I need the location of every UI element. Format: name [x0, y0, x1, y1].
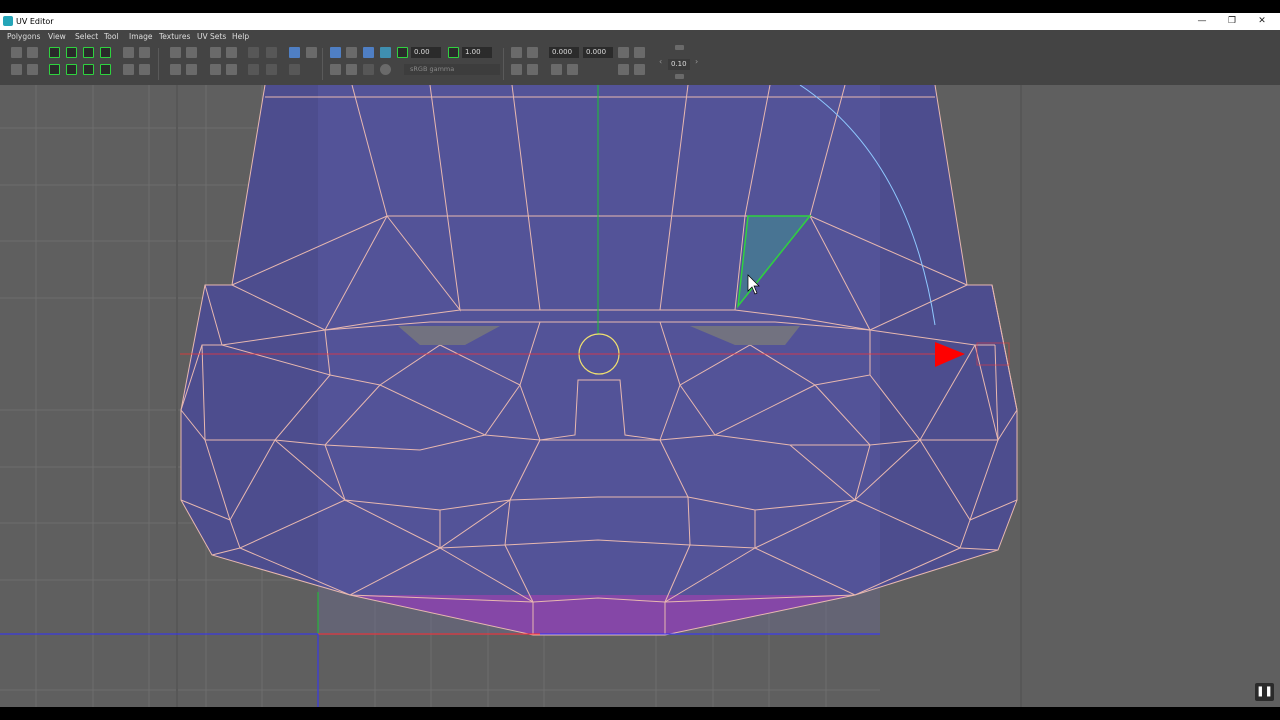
color-icon[interactable] [380, 64, 391, 75]
isolate-icon[interactable] [511, 64, 522, 75]
uv-canvas[interactable] [0, 85, 1280, 707]
paste-icon[interactable] [634, 47, 645, 58]
move-icon[interactable] [11, 64, 22, 75]
uv-shell-icon[interactable] [100, 64, 111, 75]
menu-help[interactable]: Help [232, 32, 249, 41]
edge-mode-icon[interactable] [66, 47, 77, 58]
filter-icon[interactable] [346, 47, 357, 58]
pause-button[interactable]: ❚❚ [1255, 683, 1274, 701]
frame-icon[interactable] [306, 47, 317, 58]
menu-view[interactable]: View [48, 32, 66, 41]
face-mode-icon[interactable] [83, 47, 94, 58]
exposure-icon[interactable] [397, 47, 408, 58]
vertex-mode-icon[interactable] [49, 64, 60, 75]
shell-mode-icon[interactable] [100, 47, 111, 58]
stack-icon[interactable] [186, 64, 197, 75]
uv-view-icon[interactable] [289, 47, 300, 58]
chevron-left-icon[interactable]: ‹ [659, 57, 662, 66]
v-coord-field[interactable]: 0.000 [583, 47, 613, 58]
symmetry-icon[interactable] [618, 64, 629, 75]
snap-right-icon[interactable] [226, 47, 237, 58]
u-coord-field[interactable]: 0.000 [549, 47, 579, 58]
select-mode-icon[interactable] [49, 47, 60, 58]
unfold-icon[interactable] [511, 47, 522, 58]
menu-bar: Polygons View Select Tool Image Textures… [0, 30, 1280, 43]
align-icon[interactable] [170, 47, 181, 58]
menu-select[interactable]: Select [75, 32, 98, 41]
color-space-dropdown[interactable]: sRGB gamma [404, 64, 500, 75]
shade-icon[interactable] [289, 64, 300, 75]
uv-viewport[interactable] [0, 85, 1280, 707]
duplicate-icon[interactable] [551, 64, 562, 75]
checker-icon[interactable] [346, 64, 357, 75]
rotate-icon[interactable] [123, 47, 134, 58]
divider [158, 48, 159, 80]
title-bar: UV Editor — ❐ ✕ [0, 13, 1280, 30]
vertex-face-icon[interactable] [83, 64, 94, 75]
tile-icon[interactable] [634, 64, 645, 75]
snap-icon[interactable] [210, 47, 221, 58]
pause-icon: ❚❚ [1256, 686, 1273, 697]
relax-icon[interactable] [266, 64, 277, 75]
shell-border-icon[interactable] [527, 64, 538, 75]
lasso-icon[interactable] [27, 47, 38, 58]
chevron-up-icon[interactable] [675, 45, 684, 50]
gamma-field[interactable]: 1.00 [462, 47, 492, 58]
display-icon[interactable] [363, 47, 374, 58]
close-button[interactable]: ✕ [1253, 15, 1271, 28]
wireframe-icon[interactable] [330, 64, 341, 75]
top-letterbox [0, 0, 1280, 13]
divider [322, 48, 323, 80]
rotate-ccw-icon[interactable] [139, 47, 150, 58]
window-title: UV Editor [16, 17, 54, 26]
menu-tool[interactable]: Tool [104, 32, 119, 41]
divider [503, 48, 504, 80]
pin-icon[interactable] [248, 47, 259, 58]
cut-icon[interactable] [567, 64, 578, 75]
select-icon[interactable] [11, 47, 22, 58]
align-bottom-icon[interactable] [210, 64, 221, 75]
distribute-icon[interactable] [186, 47, 197, 58]
copy-icon[interactable] [618, 47, 629, 58]
select-tool-icon[interactable] [27, 64, 38, 75]
texture-icon[interactable] [380, 47, 391, 58]
rgb-icon[interactable] [363, 64, 374, 75]
app-icon [3, 16, 13, 26]
grid-snap-icon[interactable] [266, 47, 277, 58]
uv-tile-highlight [318, 85, 880, 635]
bottom-letterbox [0, 707, 1280, 720]
flip-v-icon[interactable] [139, 64, 150, 75]
exposure-field[interactable]: 0.00 [411, 47, 441, 58]
grid-icon[interactable] [330, 47, 341, 58]
menu-textures[interactable]: Textures [159, 32, 190, 41]
layout-icon[interactable] [527, 47, 538, 58]
flip-icon[interactable] [123, 64, 134, 75]
gamma-icon[interactable] [448, 47, 459, 58]
toolbar: 0.00 1.00 0.000 0.000 sRGB gamma ‹ 0.10 … [0, 43, 1280, 86]
chevron-down-icon[interactable] [675, 74, 684, 79]
menu-image[interactable]: Image [129, 32, 153, 41]
straighten-icon[interactable] [248, 64, 259, 75]
minimize-button[interactable]: — [1193, 15, 1211, 28]
uv-mode-icon[interactable] [66, 64, 77, 75]
align-top-icon[interactable] [226, 64, 237, 75]
scale-icon[interactable] [170, 64, 181, 75]
restore-button[interactable]: ❐ [1223, 15, 1241, 28]
menu-uv-sets[interactable]: UV Sets [197, 32, 226, 41]
menu-polygons[interactable]: Polygons [7, 32, 40, 41]
step-field[interactable]: 0.10 [668, 59, 690, 70]
chevron-right-icon[interactable]: › [695, 57, 698, 66]
